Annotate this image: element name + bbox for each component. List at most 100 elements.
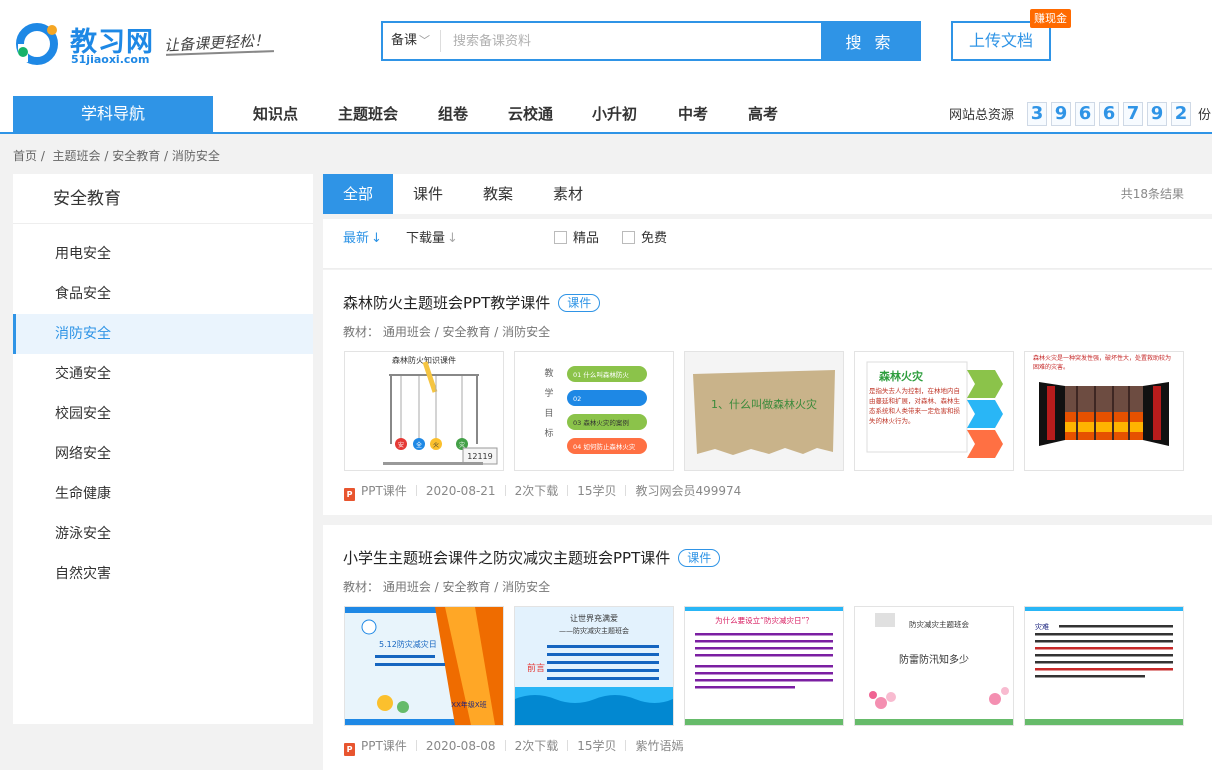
- sidebar-title: 安全教育: [13, 174, 313, 224]
- slide-thumbnail[interactable]: 让世界充满爱 ——防灾减灾主题班会 前言: [514, 606, 674, 726]
- sidebar-item-fire-safety[interactable]: 消防安全: [13, 314, 313, 354]
- slide-thumbnail[interactable]: 5.12防灾减灾日 XX年级X班: [344, 606, 504, 726]
- sidebar-item-life-health[interactable]: 生命健康: [13, 474, 313, 514]
- tab-all[interactable]: 全部: [323, 174, 393, 214]
- nav-item-knowledge[interactable]: 知识点: [253, 96, 298, 132]
- slide-thumbnail[interactable]: 教 学 目 标 01 什么叫森林防火 02 03 森林火灾的案例 04 如何防止…: [514, 351, 674, 471]
- breadcrumb: 首页 / 主题班会 / 安全教育 / 消防安全: [13, 149, 220, 163]
- svg-text:安: 安: [398, 441, 404, 449]
- divider: [625, 485, 627, 496]
- filter-free-checkbox[interactable]: 免费: [622, 219, 667, 259]
- earn-cash-badge[interactable]: 赚现金: [1030, 9, 1071, 28]
- slide-thumbnail[interactable]: 1、什么叫做森林火灾: [684, 351, 844, 471]
- filter-bar: 最新 ↓ 下载量 ↓ 精品 免费: [323, 219, 1212, 269]
- download-count: 2次下载: [514, 739, 559, 753]
- search-box: 备课 ﹀ 搜 索: [381, 21, 921, 61]
- svg-text:XX年级X班: XX年级X班: [451, 700, 486, 709]
- type-tag: 课件: [558, 294, 601, 312]
- disaster-day-slide-illustration: 5.12防灾减灾日 XX年级X班: [345, 607, 503, 725]
- price: 15学贝: [577, 739, 617, 753]
- stats-unit: 份: [1198, 108, 1212, 123]
- search-divider: [440, 30, 441, 52]
- sidebar-item-swimming-safety[interactable]: 游泳安全: [13, 514, 313, 554]
- svg-text:让世界充满爱: 让世界充满爱: [570, 613, 618, 623]
- nav-item-class-meeting[interactable]: 主题班会: [338, 96, 398, 132]
- result-title[interactable]: 森林防火主题班会PPT教学课件 课件: [343, 292, 601, 313]
- category-sidebar: 安全教育 用电安全 食品安全 消防安全 交通安全 校园安全 网络安全 生命健康 …: [13, 174, 313, 724]
- svg-text:森林火灾: 森林火灾: [879, 369, 924, 383]
- upload-date: 2020-08-21: [425, 484, 496, 498]
- search-input[interactable]: [453, 23, 821, 59]
- fire-photo-slide-illustration: 森林火灾是一种突发性强，破坏性大，处置救助较为困难的灾害。: [1033, 355, 1171, 446]
- main-content: 全部 课件 教案 素材 共18条结果 最新 ↓ 下载量 ↓ 精品 免费 森林防火主题…: [323, 174, 1212, 770]
- search-category-select[interactable]: 备课 ﹀: [391, 23, 430, 59]
- breadcrumb-class-meeting[interactable]: 主题班会: [53, 149, 101, 163]
- breadcrumb-home[interactable]: 首页: [13, 149, 37, 163]
- nav-subject-guide[interactable]: 学科导航: [13, 96, 213, 132]
- result-info: P PPT课件 2020-08-21 2次下载 15学贝 教习网会员499974: [344, 482, 741, 501]
- result-count: 共18条结果: [1120, 187, 1184, 201]
- nav-item-cloud-school[interactable]: 云校通: [508, 96, 553, 132]
- stats-digit: 3: [1027, 102, 1047, 126]
- sidebar-item-traffic-safety[interactable]: 交通安全: [13, 354, 313, 394]
- svg-text:全: 全: [416, 441, 422, 449]
- slide-thumbnail[interactable]: 为什么要设立“防灾减灾日”？: [684, 606, 844, 726]
- breadcrumb-fire-safety[interactable]: 消防安全: [172, 149, 220, 163]
- sidebar-item-food-safety[interactable]: 食品安全: [13, 274, 313, 314]
- main-nav: 学科导航 知识点 主题班会 组卷 云校通 小升初 中考 高考 网站总资源 3 9…: [0, 96, 1212, 134]
- author[interactable]: 紫竹语嫣: [635, 739, 683, 753]
- result-title[interactable]: 小学生主题班会课件之防灾减灾主题班会PPT课件 课件: [343, 547, 721, 568]
- svg-text:——防灾减灾主题班会: ——防灾减灾主题班会: [559, 626, 629, 635]
- lightning-flood-slide-illustration: 防灾减灾主题班会 防雷防汛知多少: [855, 607, 1013, 725]
- slide-thumbnail[interactable]: 灾难: [1024, 606, 1184, 726]
- tab-courseware[interactable]: 课件: [393, 174, 463, 214]
- divider: [504, 485, 506, 496]
- search-category-label: 备课: [391, 33, 418, 48]
- tab-lesson-plan[interactable]: 教案: [463, 174, 533, 214]
- sidebar-item-natural-disaster[interactable]: 自然灾害: [13, 554, 313, 594]
- ppt-file-icon: P: [344, 488, 355, 501]
- svg-text:防灾减灾主题班会: 防灾减灾主题班会: [909, 619, 969, 629]
- sort-latest[interactable]: 最新 ↓: [343, 219, 382, 259]
- svg-text:学: 学: [544, 387, 553, 399]
- nav-item-gaokao[interactable]: 高考: [748, 96, 778, 132]
- breadcrumb-safety[interactable]: 安全教育: [112, 149, 160, 163]
- sidebar-item-electric-safety[interactable]: 用电安全: [13, 234, 313, 274]
- nav-item-junior-entrance[interactable]: 小升初: [592, 96, 637, 132]
- svg-text:目: 目: [544, 408, 553, 419]
- sort-latest-label: 最新: [343, 231, 370, 246]
- nav-item-zhongkao[interactable]: 中考: [678, 96, 708, 132]
- stats-digit: 6: [1099, 102, 1119, 126]
- stats-digit: 9: [1147, 102, 1167, 126]
- logo-icon[interactable]: [12, 20, 62, 68]
- search-button[interactable]: 搜 索: [821, 23, 919, 59]
- logo-domain: 51jiaoxi.com: [71, 53, 150, 66]
- slide-thumbnail[interactable]: 森林防火知识课件 安 全 火 灾 12119: [344, 351, 504, 471]
- sidebar-item-network-safety[interactable]: 网络安全: [13, 434, 313, 474]
- svg-text:02: 02: [573, 395, 581, 403]
- objectives-slide-illustration: 教 学 目 标 01 什么叫森林防火 02 03 森林火灾的案例 04 如何防止…: [544, 366, 647, 454]
- site-header: 教习网 51jiaoxi.com 让备课更轻松！ 备课﹀ 搜 索 上传文档 赚现…: [0, 0, 1212, 96]
- tab-material[interactable]: 素材: [533, 174, 603, 214]
- slide-thumbnail[interactable]: 防灾减灾主题班会 防雷防汛知多少: [854, 606, 1014, 726]
- result-card: 森林防火主题班会PPT教学课件 课件 教材： 通用班会 / 安全教育 / 消防安全…: [323, 270, 1212, 515]
- slide-thumbnail[interactable]: 森林火灾是一种突发性强，破坏性大，处置救助较为困难的灾害。: [1024, 351, 1184, 471]
- author[interactable]: 教习网会员499974: [635, 484, 741, 498]
- filter-free-label: 免费: [641, 231, 668, 246]
- type-tag: 课件: [678, 549, 721, 567]
- svg-text:教: 教: [544, 367, 553, 379]
- nav-item-test-builder[interactable]: 组卷: [438, 96, 468, 132]
- svg-text:04 如何防止森林火灾: 04 如何防止森林火灾: [573, 442, 636, 451]
- sort-downloads[interactable]: 下载量 ↓: [406, 219, 458, 259]
- chevron-down-icon: ﹀: [419, 34, 431, 47]
- svg-text:为什么要设立“防灾减灾日”？: 为什么要设立“防灾减灾日”？: [715, 615, 813, 625]
- slide-thumbnail[interactable]: 森林火灾 是指失去人为控制，在林地内自由蔓延和扩展，对森林、森林生态系统和人类带…: [854, 351, 1014, 471]
- divider: [567, 740, 569, 751]
- ppt-file-icon: P: [344, 743, 355, 756]
- checkbox-icon: [554, 231, 567, 244]
- world-love-slide-illustration: 让世界充满爱 ——防灾减灾主题班会 前言: [515, 607, 673, 725]
- filter-premium-checkbox[interactable]: 精品: [554, 219, 599, 259]
- why-disaster-day-slide-illustration: 为什么要设立“防灾减灾日”？: [685, 607, 843, 725]
- sidebar-item-campus-safety[interactable]: 校园安全: [13, 394, 313, 434]
- arrow-down-icon: ↓: [447, 231, 458, 246]
